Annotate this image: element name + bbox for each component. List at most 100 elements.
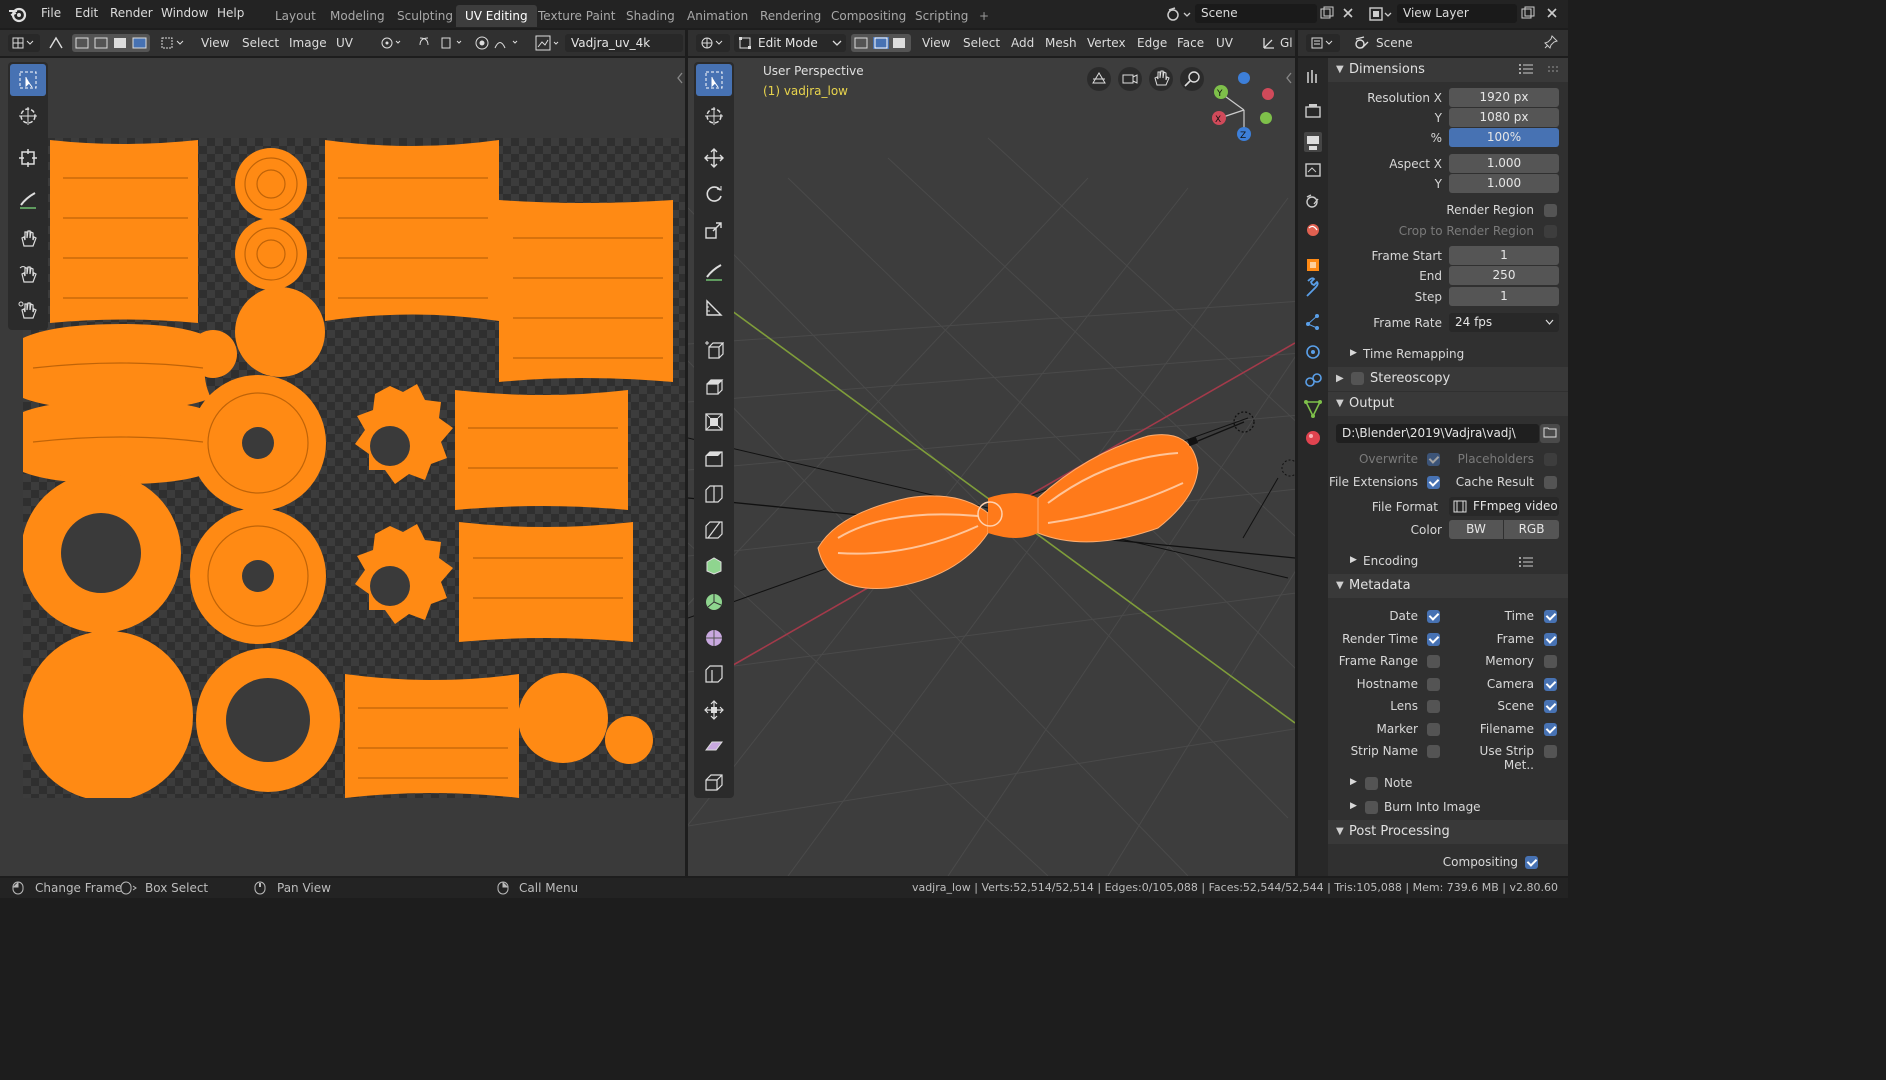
output-tab-icon[interactable] [1304, 132, 1322, 152]
meta-lens-checkbox[interactable] [1427, 700, 1440, 713]
tab-animation[interactable]: Animation [678, 5, 757, 27]
output-panel-header[interactable]: ▼ Output [1328, 392, 1568, 416]
3d-viewport[interactable]: User Perspective (1) vadjra_low Y X Z [688, 58, 1295, 876]
tab-modeling[interactable]: Modeling [321, 5, 394, 27]
proportional-edit-icons[interactable] [473, 35, 528, 51]
aspect-x-field[interactable]: 1.000 [1449, 154, 1559, 173]
meta-camera-checkbox[interactable] [1544, 678, 1557, 691]
tab-uv-editing[interactable]: UV Editing [456, 5, 537, 27]
view-layer-tab-icon[interactable] [1305, 163, 1321, 177]
meta-filename-checkbox[interactable] [1544, 723, 1557, 736]
properties-editor-type-button[interactable] [1306, 34, 1340, 52]
meta-frame-range-checkbox[interactable] [1427, 655, 1440, 668]
vp-tool-smooth[interactable] [696, 622, 732, 654]
uv-tool-cursor[interactable] [10, 100, 46, 132]
browse-folder-button[interactable] [1540, 424, 1560, 443]
copy-view-layer-icon[interactable] [1521, 6, 1535, 20]
sticky-select-icon[interactable] [160, 36, 188, 50]
uv-tool-transform[interactable] [10, 142, 46, 174]
vp-tool-add-cube[interactable] [696, 334, 732, 366]
uv-tool-pinch[interactable] [10, 294, 46, 326]
vp-tool-cursor[interactable] [696, 100, 732, 132]
vertex-edge-face-icons[interactable] [853, 36, 909, 50]
tab-scripting[interactable]: Scripting [906, 5, 977, 27]
view-layer-field[interactable]: View Layer [1397, 4, 1517, 23]
vp-tool-scale[interactable] [696, 214, 732, 246]
uv-menu-select[interactable]: Select [242, 36, 279, 50]
material-tab-icon[interactable] [1306, 431, 1320, 445]
vp-menu-select[interactable]: Select [963, 36, 1000, 50]
resolution-x-field[interactable]: 1920 px [1449, 88, 1559, 107]
tool-settings-tab-icon[interactable] [1307, 70, 1317, 83]
vp-tool-move[interactable] [696, 142, 732, 174]
note-subpanel[interactable]: Note [1384, 776, 1412, 790]
frame-end-field[interactable]: 250 [1449, 266, 1559, 285]
scene-name-field[interactable]: Scene [1195, 4, 1317, 23]
note-checkbox[interactable] [1365, 777, 1378, 790]
note-arrow-icon[interactable]: ▶ [1350, 777, 1357, 787]
crop-region-checkbox[interactable] [1544, 225, 1557, 238]
frame-rate-dropdown[interactable]: 24 fps [1449, 313, 1559, 332]
tab-compositing[interactable]: Compositing [822, 5, 915, 27]
compositing-checkbox[interactable] [1525, 856, 1538, 869]
vp-menu-face[interactable]: Face [1177, 36, 1204, 50]
copy-scene-icon[interactable] [1320, 6, 1334, 20]
meta-scene-checkbox[interactable] [1544, 700, 1557, 713]
file-format-dropdown[interactable]: FFmpeg video [1449, 497, 1559, 516]
encoding-subpanel[interactable]: Encoding [1363, 554, 1418, 568]
metadata-panel-header[interactable]: ▼ Metadata [1328, 574, 1568, 598]
vajra-mesh[interactable] [817, 434, 1199, 589]
image-browse-icon[interactable] [534, 34, 562, 52]
menu-help[interactable]: Help [217, 6, 244, 20]
uv-select-mode-icons[interactable] [74, 36, 148, 50]
particles-tab-icon[interactable] [1306, 314, 1319, 330]
vp-tool-shear[interactable] [696, 730, 732, 762]
burn-into-image-arrow-icon[interactable]: ▶ [1350, 801, 1357, 811]
color-rgb-button[interactable]: RGB [1504, 520, 1559, 539]
vp-tool-extrude[interactable] [696, 370, 732, 402]
uv-sidebar-toggle-icon[interactable] [676, 72, 684, 84]
vp-menu-add[interactable]: Add [1011, 36, 1034, 50]
vp-menu-uv[interactable]: UV [1216, 36, 1233, 50]
editor-type-button[interactable] [8, 34, 40, 52]
drag-handle-icon[interactable] [1546, 64, 1558, 76]
vp-tool-shrink-fatten[interactable] [696, 694, 732, 726]
blender-logo-icon[interactable] [8, 5, 28, 23]
resolution-y-field[interactable]: 1080 px [1449, 108, 1559, 127]
uv-image-canvas[interactable] [21, 138, 685, 801]
dimensions-panel-header[interactable]: ▼ Dimensions [1328, 58, 1568, 82]
scene-browse-icon[interactable] [1166, 6, 1192, 22]
uv-menu-uv[interactable]: UV [336, 36, 353, 50]
tab-sculpting[interactable]: Sculpting [388, 5, 462, 27]
vp-menu-mesh[interactable]: Mesh [1045, 36, 1077, 50]
frame-start-field[interactable]: 1 [1449, 246, 1559, 265]
viewport-sidebar-toggle-icon[interactable] [1285, 72, 1293, 84]
uv-tool-select-box[interactable] [10, 64, 46, 96]
stereoscopy-checkbox[interactable] [1351, 372, 1364, 385]
file-extensions-checkbox[interactable] [1427, 476, 1440, 489]
uv-menu-view[interactable]: View [201, 36, 229, 50]
time-remapping-arrow-icon[interactable]: ▶ [1350, 348, 1357, 358]
encoding-arrow-icon[interactable]: ▶ [1350, 555, 1357, 565]
output-path-field[interactable]: D:\Blender\2019\Vadjra\vadj\ [1336, 424, 1539, 443]
render-tab-icon[interactable] [1305, 104, 1321, 118]
transform-orientation-icon[interactable] [1261, 35, 1277, 51]
vp-tool-bevel[interactable] [696, 442, 732, 474]
pin-icon[interactable] [1544, 35, 1558, 49]
delete-scene-icon[interactable] [1341, 6, 1355, 20]
image-name-field[interactable]: Vadjra_uv_4k [565, 34, 683, 52]
vp-menu-vertex[interactable]: Vertex [1087, 36, 1126, 50]
vp-tool-annotate[interactable] [696, 256, 732, 288]
uv-editor-area[interactable] [0, 58, 685, 876]
scene-tab-icon[interactable] [1306, 194, 1319, 208]
meta-use-strip-meta-checkbox[interactable] [1544, 745, 1557, 758]
menu-file[interactable]: File [41, 6, 61, 20]
overwrite-checkbox[interactable] [1427, 453, 1440, 466]
vp-header-overflow[interactable]: Gl [1280, 36, 1293, 50]
post-processing-panel-header[interactable]: ▼ Post Processing [1328, 820, 1568, 844]
meta-frame-checkbox[interactable] [1544, 633, 1557, 646]
vp-menu-view[interactable]: View [922, 36, 950, 50]
vp-tool-loop-cut[interactable] [696, 478, 732, 510]
render-region-checkbox[interactable] [1544, 204, 1557, 217]
viewport-editor-type-button[interactable] [696, 34, 730, 52]
